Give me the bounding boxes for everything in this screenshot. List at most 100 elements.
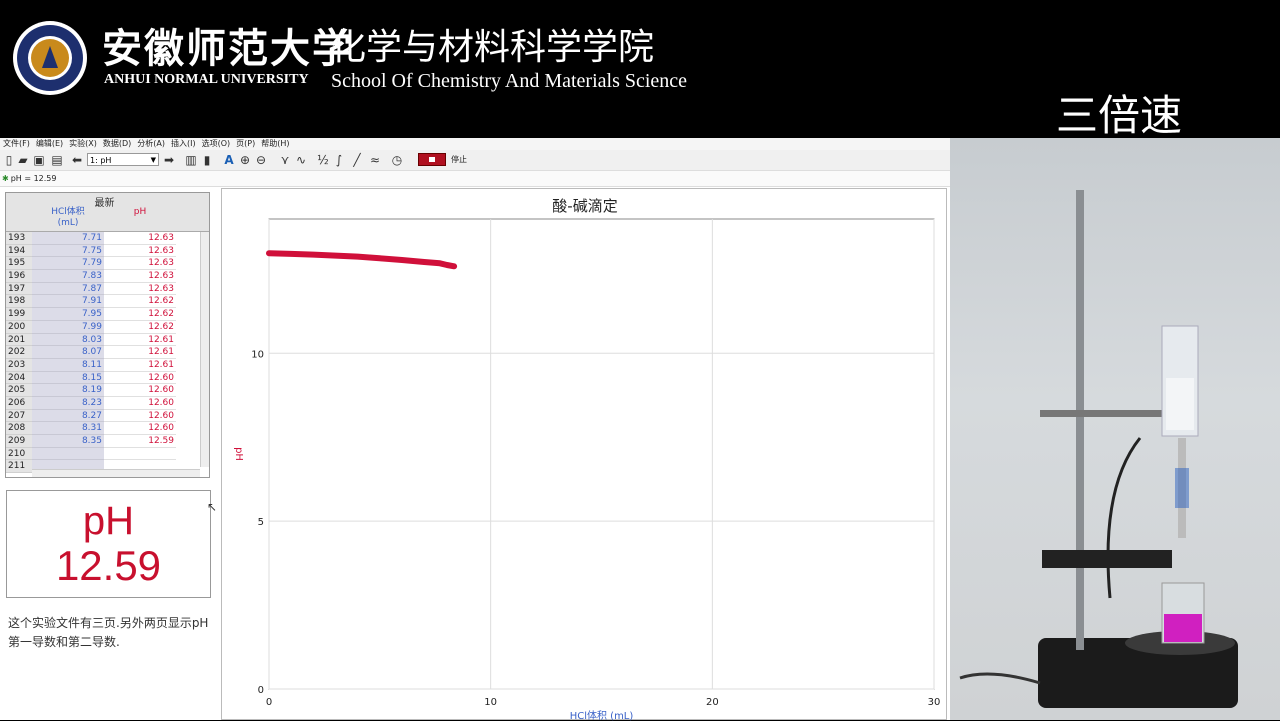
forward-arrow-icon[interactable]: ➡ bbox=[162, 153, 176, 167]
cell-ph[interactable]: 12.62 bbox=[104, 321, 176, 334]
cell-hcl-volume[interactable]: 7.87 bbox=[32, 282, 104, 296]
page-select[interactable]: 1: pH ▼ bbox=[87, 153, 159, 166]
cell-ph[interactable]: 12.60 bbox=[104, 410, 176, 423]
back-arrow-icon[interactable]: ⬅ bbox=[70, 153, 84, 167]
zoom-in-icon[interactable]: ⊕ bbox=[238, 153, 252, 167]
cell-ph[interactable]: 12.61 bbox=[104, 334, 176, 347]
cell-ph[interactable]: 12.62 bbox=[104, 295, 176, 309]
table-row[interactable]: 202 8.07 12.61 bbox=[6, 346, 202, 359]
cell-ph[interactable]: 12.63 bbox=[104, 245, 176, 258]
table-row[interactable]: 200 7.99 12.62 bbox=[6, 320, 202, 334]
cell-hcl-volume[interactable]: 8.03 bbox=[32, 333, 104, 347]
menu-data[interactable]: 数据(D) bbox=[103, 138, 131, 150]
cell-hcl-volume[interactable]: 8.35 bbox=[32, 435, 104, 448]
cell-hcl-volume[interactable]: 7.75 bbox=[32, 244, 104, 258]
menu-page[interactable]: 页(P) bbox=[236, 138, 255, 150]
statistics-icon[interactable]: ½ bbox=[316, 153, 330, 167]
examine-icon[interactable]: ⋎ bbox=[278, 153, 292, 167]
cell-ph[interactable]: 12.61 bbox=[104, 346, 176, 359]
cell-ph[interactable]: 12.60 bbox=[104, 397, 176, 410]
open-folder-icon[interactable]: ▰ bbox=[16, 153, 30, 167]
cell-ph[interactable]: 12.60 bbox=[104, 384, 176, 397]
menu-help[interactable]: 帮助(H) bbox=[261, 138, 289, 150]
row-index: 196 bbox=[6, 270, 32, 283]
cell-ph[interactable]: 12.63 bbox=[104, 270, 176, 283]
plot-area bbox=[268, 218, 935, 690]
tangent-icon[interactable]: ∿ bbox=[294, 153, 308, 167]
table-row[interactable]: 210 bbox=[6, 447, 202, 461]
x-tick-label: 30 bbox=[928, 697, 941, 708]
linear-fit-icon[interactable]: ╱ bbox=[350, 153, 364, 167]
column-header-hcl-volume[interactable]: HCl体积 (mL) bbox=[32, 207, 104, 229]
table-row[interactable]: 201 8.03 12.61 bbox=[6, 333, 202, 347]
print-icon[interactable]: ▤ bbox=[50, 153, 64, 167]
cell-hcl-volume[interactable] bbox=[32, 447, 104, 461]
cell-hcl-volume[interactable]: 8.27 bbox=[32, 409, 104, 423]
table-row[interactable]: 207 8.27 12.60 bbox=[6, 409, 202, 423]
data-collection-icon[interactable]: ◷ bbox=[390, 153, 404, 167]
menu-insert[interactable]: 插入(I) bbox=[171, 138, 196, 150]
cell-hcl-volume[interactable]: 8.07 bbox=[32, 346, 104, 359]
table-row[interactable]: 196 7.83 12.63 bbox=[6, 270, 202, 283]
table-icon[interactable]: ▥ bbox=[184, 153, 198, 167]
curve-fit-icon[interactable]: ≈ bbox=[368, 153, 382, 167]
table-row[interactable]: 209 8.35 12.59 bbox=[6, 435, 202, 448]
row-index: 204 bbox=[6, 371, 32, 385]
university-logo bbox=[13, 21, 87, 95]
stop-button[interactable] bbox=[418, 153, 446, 166]
cell-ph[interactable]: 12.60 bbox=[104, 422, 176, 435]
menu-edit[interactable]: 编辑(E) bbox=[36, 138, 63, 150]
cell-hcl-volume[interactable]: 7.95 bbox=[32, 308, 104, 321]
cell-ph[interactable]: 12.63 bbox=[104, 257, 176, 271]
table-row[interactable]: 194 7.75 12.63 bbox=[6, 244, 202, 258]
menu-experiment[interactable]: 实验(X) bbox=[69, 138, 97, 150]
cell-hcl-volume[interactable]: 8.11 bbox=[32, 358, 104, 372]
cell-hcl-volume[interactable]: 8.19 bbox=[32, 384, 104, 397]
x-tick-label: 20 bbox=[706, 697, 719, 708]
cell-ph[interactable] bbox=[104, 448, 176, 461]
menu-options[interactable]: 选项(O) bbox=[202, 138, 231, 150]
column-header-ph[interactable]: pH bbox=[104, 207, 176, 217]
cell-hcl-volume[interactable]: 8.15 bbox=[32, 371, 104, 385]
cell-ph[interactable]: 12.60 bbox=[104, 372, 176, 385]
cell-ph[interactable]: 12.63 bbox=[104, 232, 176, 245]
cell-hcl-volume[interactable]: 7.91 bbox=[32, 295, 104, 309]
toolbar: ▯ ▰ ▣ ▤ ⬅ 1: pH ▼ ➡ ▥ ▮ A ⊕ ⊖ ⋎ ∿ ½ ∫ ╱ ≈… bbox=[0, 150, 950, 171]
menu-analyze[interactable]: 分析(A) bbox=[137, 138, 165, 150]
titration-chart[interactable]: 0 10 20 30 0 5 10 HCl体积 (mL) pH bbox=[222, 189, 946, 721]
titration-apparatus-photo bbox=[959, 190, 1238, 708]
table-row[interactable]: 204 8.15 12.60 bbox=[6, 371, 202, 385]
table-row[interactable]: 208 8.31 12.60 bbox=[6, 422, 202, 435]
cell-ph[interactable]: 12.59 bbox=[104, 435, 176, 448]
table-row[interactable]: 197 7.87 12.63 bbox=[6, 282, 202, 296]
cell-hcl-volume[interactable]: 7.71 bbox=[32, 232, 104, 245]
cell-hcl-volume[interactable]: 7.79 bbox=[32, 257, 104, 271]
table-row[interactable]: 195 7.79 12.63 bbox=[6, 257, 202, 271]
cell-hcl-volume[interactable]: 7.83 bbox=[32, 270, 104, 283]
row-index: 201 bbox=[6, 333, 32, 347]
cell-ph[interactable]: 12.62 bbox=[104, 308, 176, 321]
cell-ph[interactable]: 12.63 bbox=[104, 283, 176, 296]
table-row[interactable]: 193 7.71 12.63 bbox=[6, 232, 202, 245]
table-horizontal-scrollbar[interactable] bbox=[32, 469, 200, 477]
cell-hcl-volume[interactable]: 8.31 bbox=[32, 422, 104, 435]
table-row[interactable]: 203 8.11 12.61 bbox=[6, 358, 202, 372]
table-row[interactable]: 206 8.23 12.60 bbox=[6, 396, 202, 410]
meter-icon[interactable]: ▮ bbox=[200, 153, 214, 167]
cell-hcl-volume[interactable]: 8.23 bbox=[32, 396, 104, 410]
cell-hcl-volume[interactable]: 7.99 bbox=[32, 320, 104, 334]
table-row[interactable]: 198 7.91 12.62 bbox=[6, 295, 202, 309]
cell-ph[interactable]: 12.61 bbox=[104, 359, 176, 372]
graph-panel[interactable]: 酸-碱滴定 0 10 20 30 0 5 10 HCl体积 (mL) pH bbox=[221, 188, 947, 721]
save-icon[interactable]: ▣ bbox=[32, 153, 46, 167]
zoom-out-icon[interactable]: ⊖ bbox=[254, 153, 268, 167]
table-row[interactable]: 205 8.19 12.60 bbox=[6, 384, 202, 397]
autoscale-icon[interactable]: A bbox=[222, 153, 236, 167]
table-vertical-scrollbar[interactable] bbox=[200, 232, 209, 467]
table-row[interactable]: 199 7.95 12.62 bbox=[6, 308, 202, 321]
data-table[interactable]: 最新 HCl体积 (mL) pH 193 7.71 12.63 194 7.75 12.6… bbox=[5, 192, 210, 478]
integral-icon[interactable]: ∫ bbox=[332, 153, 346, 167]
menu-file[interactable]: 文件(F) bbox=[3, 138, 30, 150]
new-file-icon[interactable]: ▯ bbox=[2, 153, 16, 167]
row-index: 206 bbox=[6, 396, 32, 410]
